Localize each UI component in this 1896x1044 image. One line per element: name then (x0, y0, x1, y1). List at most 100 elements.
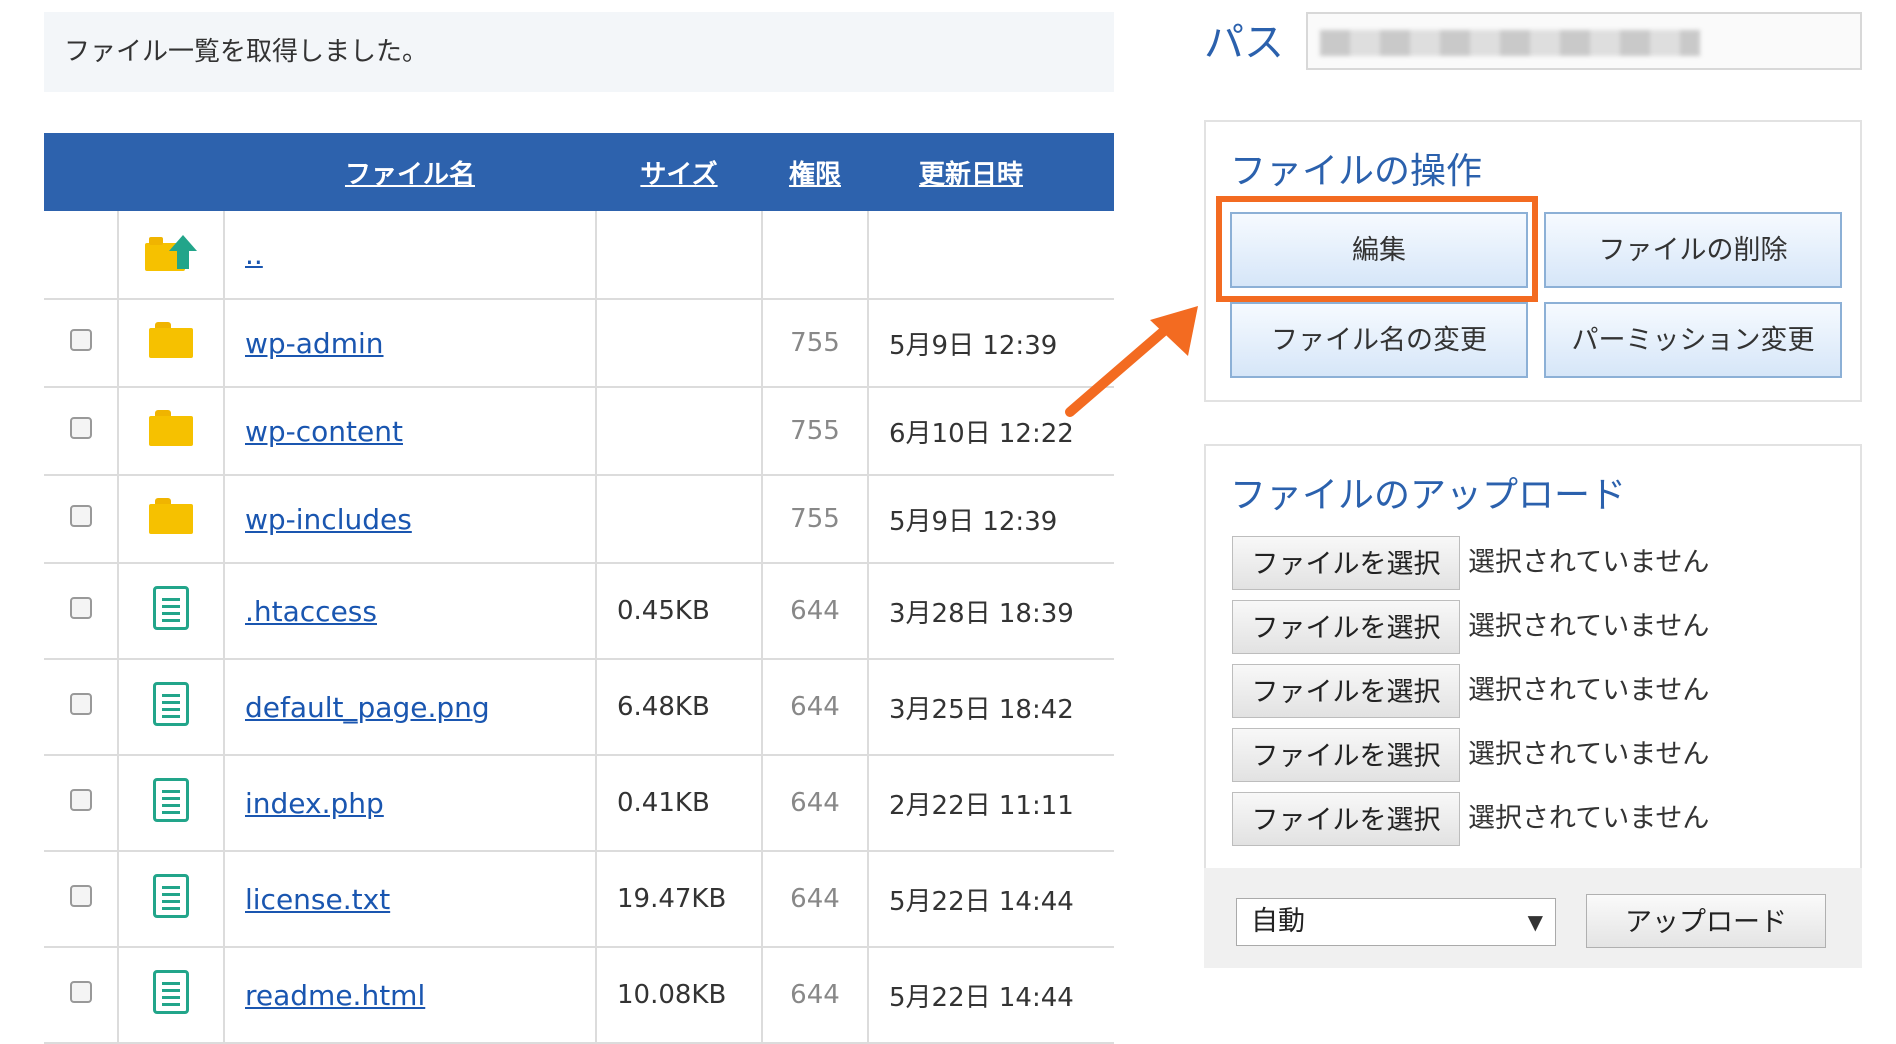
row-check-cell (44, 211, 119, 300)
file-icon (153, 681, 189, 726)
row-checkbox[interactable] (69, 885, 92, 907)
parent-dir-link[interactable]: .. (245, 238, 263, 271)
file-icon (153, 777, 189, 822)
folder-icon (149, 321, 193, 358)
file-name-cell: index.php (224, 755, 597, 852)
file-icon (153, 969, 189, 1014)
file-icon (153, 585, 189, 630)
file-name-link[interactable]: wp-content (245, 415, 403, 448)
file-date: 3月28日 18:39 (868, 563, 1114, 660)
choose-file-button[interactable]: ファイルを選択 (1232, 664, 1460, 718)
file-size: 19.47KB (596, 851, 763, 948)
header-size[interactable]: サイズ (596, 133, 762, 211)
file-name-link[interactable]: license.txt (245, 883, 390, 916)
file-name-link[interactable]: readme.html (245, 979, 425, 1012)
file-ops-title: ファイルの操作 (1230, 151, 1483, 192)
file-name-link[interactable]: default_page.png (245, 691, 490, 724)
change-permission-button[interactable]: パーミッション変更 (1544, 302, 1842, 378)
table-row[interactable]: readme.html 10.08KB 644 5月22日 14:44 (44, 947, 1114, 1044)
upload-title: ファイルのアップロード (1230, 475, 1627, 516)
file-size: 6.48KB (596, 659, 763, 756)
icon-cell (118, 659, 225, 756)
row-checkbox[interactable] (69, 693, 92, 715)
rename-file-button[interactable]: ファイル名の変更 (1230, 302, 1528, 378)
row-checkbox[interactable] (69, 789, 92, 811)
file-name-cell: .. (224, 211, 597, 300)
no-file-text: 選択されていません (1468, 547, 1710, 578)
file-permission: 644 (762, 755, 869, 852)
file-name-link[interactable]: wp-includes (245, 503, 412, 536)
no-file-text: 選択されていません (1468, 739, 1710, 770)
header-icon (118, 133, 224, 211)
file-size (596, 387, 763, 476)
file-permission: 755 (762, 475, 869, 564)
file-size: 0.41KB (596, 755, 763, 852)
choose-file-button[interactable]: ファイルを選択 (1232, 536, 1460, 590)
icon-cell (118, 755, 225, 852)
icon-cell (118, 563, 225, 660)
row-checkbox[interactable] (69, 329, 92, 351)
file-date-cell (868, 211, 1114, 300)
path-label: パス (1204, 20, 1284, 66)
file-name-link[interactable]: index.php (245, 787, 384, 820)
table-row[interactable]: license.txt 19.47KB 644 5月22日 14:44 (44, 851, 1114, 948)
icon-cell (118, 475, 225, 564)
row-check-cell (44, 299, 119, 388)
file-permission: 755 (762, 387, 869, 476)
file-name-cell: license.txt (224, 851, 597, 948)
file-table: ファイル名 サイズ 権限 更新日時 .. wp-admin 755 5月9日 1… (44, 133, 1114, 1044)
file-name-cell: wp-admin (224, 299, 597, 388)
file-size-cell (596, 211, 763, 300)
row-checkbox[interactable] (69, 505, 92, 527)
row-checkbox[interactable] (69, 981, 92, 1003)
no-file-text: 選択されていません (1468, 675, 1710, 706)
table-row-parent[interactable]: .. (44, 211, 1114, 300)
file-name-cell: wp-includes (224, 475, 597, 564)
row-check-cell (44, 387, 119, 476)
delete-file-button[interactable]: ファイルの削除 (1544, 212, 1842, 288)
table-row[interactable]: default_page.png 6.48KB 644 3月25日 18:42 (44, 659, 1114, 756)
icon-cell (118, 299, 225, 388)
no-file-text: 選択されていません (1468, 803, 1710, 834)
dropdown-arrow-icon: ▼ (1527, 910, 1543, 934)
edit-button[interactable]: 編集 (1230, 212, 1528, 288)
file-icon (153, 873, 189, 918)
choose-file-button[interactable]: ファイルを選択 (1232, 600, 1460, 654)
file-name-link[interactable]: .htaccess (245, 595, 377, 628)
file-name-cell: default_page.png (224, 659, 597, 756)
file-name-link[interactable]: wp-admin (245, 327, 384, 360)
choose-file-button[interactable]: ファイルを選択 (1232, 728, 1460, 782)
path-field[interactable] (1306, 12, 1862, 70)
file-date: 2月22日 11:11 (868, 755, 1114, 852)
table-row[interactable]: .htaccess 0.45KB 644 3月28日 18:39 (44, 563, 1114, 660)
table-row[interactable]: wp-includes 755 5月9日 12:39 (44, 475, 1114, 564)
row-checkbox[interactable] (69, 597, 92, 619)
icon-cell (118, 387, 225, 476)
file-size: 0.45KB (596, 563, 763, 660)
file-permission: 644 (762, 563, 869, 660)
header-name[interactable]: ファイル名 (224, 133, 596, 211)
upload-button[interactable]: アップロード (1586, 894, 1826, 948)
file-date: 5月22日 14:44 (868, 851, 1114, 948)
table-header: ファイル名 サイズ 権限 更新日時 (44, 133, 1114, 211)
table-row[interactable]: wp-admin 755 5月9日 12:39 (44, 299, 1114, 388)
file-perm-cell (762, 211, 869, 300)
file-permission: 644 (762, 659, 869, 756)
file-size (596, 299, 763, 388)
table-row[interactable]: index.php 0.41KB 644 2月22日 11:11 (44, 755, 1114, 852)
annotation-arrow-icon (1065, 306, 1198, 417)
row-check-cell (44, 475, 119, 564)
file-permission: 644 (762, 947, 869, 1044)
row-check-cell (44, 563, 119, 660)
file-permission: 755 (762, 299, 869, 388)
header-perm[interactable]: 権限 (762, 133, 868, 211)
file-size: 10.08KB (596, 947, 763, 1044)
folder-icon (149, 497, 193, 534)
table-row[interactable]: wp-content 755 6月10日 12:22 (44, 387, 1114, 476)
row-checkbox[interactable] (69, 417, 92, 439)
file-size (596, 475, 763, 564)
file-name-cell: wp-content (224, 387, 597, 476)
header-date[interactable]: 更新日時 (868, 133, 1114, 211)
upload-mode-select[interactable]: 自動 ▼ (1236, 898, 1556, 946)
choose-file-button[interactable]: ファイルを選択 (1232, 792, 1460, 846)
